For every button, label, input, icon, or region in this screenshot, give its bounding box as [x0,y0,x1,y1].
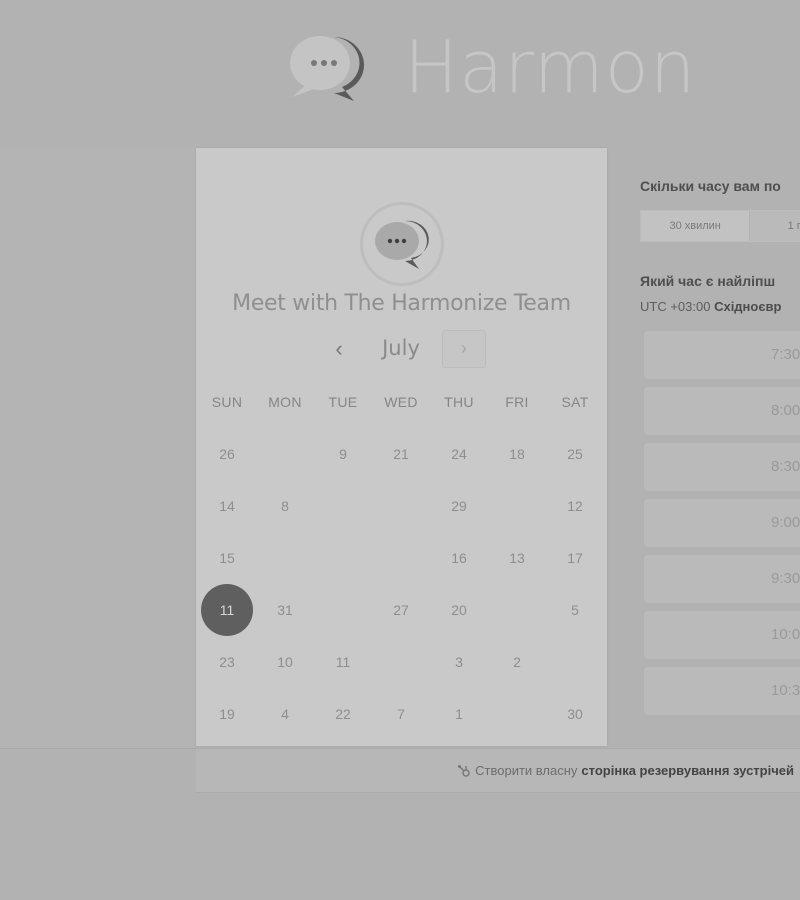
calendar-day[interactable]: 14 [201,480,253,532]
calendar-day[interactable]: 13 [491,532,543,584]
page-backdrop [0,148,196,748]
time-slot-button[interactable]: 8:00 [644,387,800,435]
duration-selector: 30 хвилин 1 г [640,210,800,242]
weekday-sun: SUN [211,394,243,410]
calendar-panel: Meet with The Harmonize Team ‹ July › SU… [196,148,607,746]
sprocket-icon [458,764,470,777]
calendar-day[interactable]: 10 [259,636,311,688]
calendar-day[interactable]: 22 [317,688,369,740]
time-slot-button[interactable]: 7:30 [644,331,800,379]
calendar-day[interactable]: 4 [259,688,311,740]
duration-question: Скільки часу вам по [640,178,781,194]
brand-logo: Harmon [282,22,800,112]
month-navigation: ‹ July › [196,330,607,370]
weekday-thu: THU [444,394,474,410]
time-slot-button[interactable]: 10:3 [644,667,800,715]
calendar-day[interactable]: 27 [375,584,427,636]
calendar-day[interactable]: 2 [491,636,543,688]
calendar-day[interactable]: 9 [317,428,369,480]
footer-bar: Створити власну сторінка резервування зу… [196,748,800,793]
weekday-mon: MON [268,394,302,410]
time-question: Який час є найліпш [640,273,776,289]
calendar-day[interactable]: 5 [549,584,601,636]
calendar-day[interactable]: 7 [375,688,427,740]
chat-bubble-avatar-icon [375,220,429,269]
calendar-day-selected[interactable]: 11 [201,584,253,636]
calendar-day[interactable]: 18 [491,428,543,480]
calendar-day[interactable]: 24 [433,428,485,480]
calendar-day[interactable]: 16 [433,532,485,584]
duration-option-30-min[interactable]: 30 хвилин [641,211,751,241]
calendar-day[interactable]: 8 [259,480,311,532]
calendar-day[interactable]: 26 [201,428,253,480]
calendar-day[interactable]: 11 [317,636,369,688]
calendar-day[interactable]: 19 [201,688,253,740]
calendar-day[interactable]: 30 [549,688,601,740]
time-slot-button[interactable]: 8:30 [644,443,800,491]
avatar [360,202,444,286]
time-slot-button[interactable]: 9:30 [644,555,800,603]
weekday-tue: TUE [328,394,358,410]
next-month-button[interactable]: › [442,330,486,368]
calendar-day[interactable]: 12 [549,480,601,532]
weekday-fri: FRI [505,394,529,410]
timezone-selector[interactable]: UTC +03:00 Східноєвр [640,299,781,314]
calendar-day[interactable]: 29 [433,480,485,532]
create-booking-page-link[interactable]: сторінка резервування зустрічей [581,763,794,778]
timezone-name: Східноєвр [714,299,782,314]
time-slot-button[interactable]: 9:00 [644,499,800,547]
calendar-day[interactable]: 23 [201,636,253,688]
booking-options-panel: Скільки часу вам по 30 хвилин 1 г Який ч… [607,148,800,748]
timezone-offset: UTC +03:00 [640,299,711,314]
chat-bubble-logo-icon [290,36,364,101]
calendar-day[interactable]: 17 [549,532,601,584]
duration-option-1-hour[interactable]: 1 г [750,211,800,241]
brand-name: Harmon [404,25,697,109]
calendar-day[interactable]: 20 [433,584,485,636]
calendar-day[interactable]: 1 [433,688,485,740]
calendar-day[interactable]: 25 [549,428,601,480]
weekday-wed: WED [384,394,418,410]
calendar-day[interactable]: 3 [433,636,485,688]
weekday-header-row: SUN MON TUE WED THU FRI SAT [196,394,607,414]
meeting-title: Meet with The Harmonize Team [232,291,571,316]
previous-month-button[interactable]: ‹ [324,335,354,365]
weekday-sat: SAT [561,394,589,410]
time-slot-button[interactable]: 10:0 [644,611,800,659]
current-month-label: July [382,336,420,360]
calendar-day[interactable]: 31 [259,584,311,636]
calendar-day[interactable]: 21 [375,428,427,480]
footer-prefix-text: Створити власну [475,763,578,778]
calendar-day[interactable]: 15 [201,532,253,584]
